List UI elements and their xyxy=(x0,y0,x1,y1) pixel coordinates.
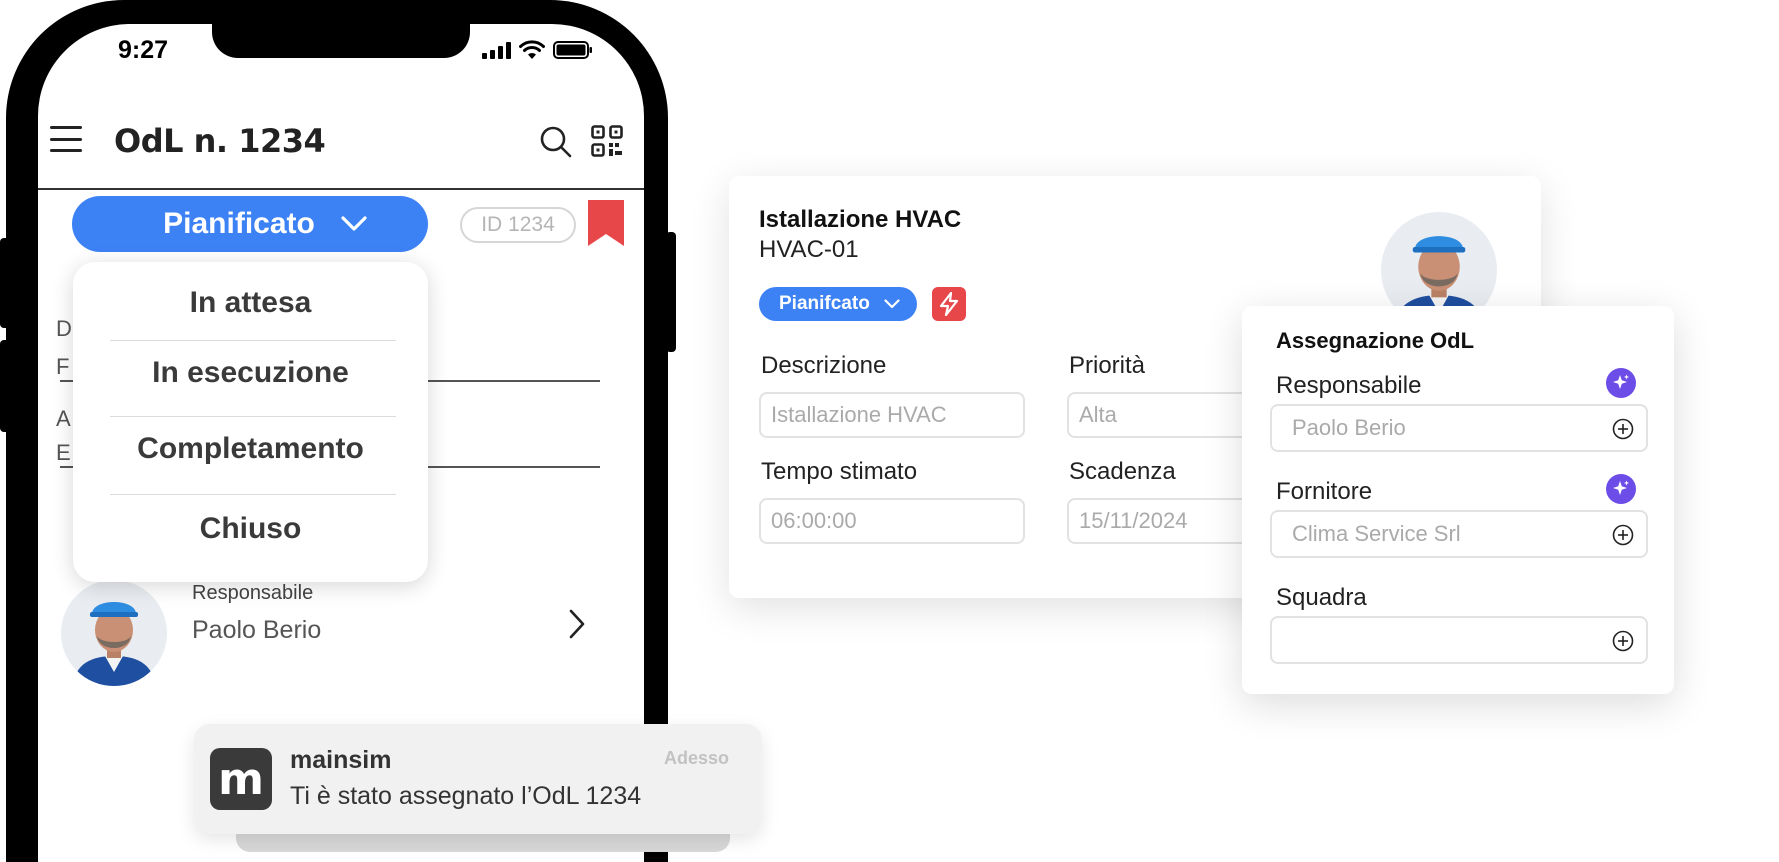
signal-icon xyxy=(482,41,511,59)
work-order-title: Istallazione HVAC xyxy=(759,206,962,233)
responsabile-value: Paolo Berio xyxy=(1292,415,1406,440)
chevron-right-icon[interactable] xyxy=(568,608,586,640)
plus-circle-icon[interactable] xyxy=(1612,630,1634,652)
plus-circle-icon[interactable] xyxy=(1612,418,1634,440)
push-notification[interactable]: m mainsim Adesso Ti è stato assegnato l’… xyxy=(194,724,762,834)
responsabile-name: Paolo Berio xyxy=(192,616,322,644)
status-dropdown-button[interactable]: Pianificato xyxy=(72,196,428,252)
notification-time: Adesso xyxy=(664,748,730,768)
fornitore-value: Clima Service Srl xyxy=(1292,521,1461,546)
squadra-label: Squadra xyxy=(1276,584,1367,611)
lightning-icon xyxy=(939,292,959,316)
status-dropdown-label: Pianificato xyxy=(163,207,315,240)
qr-code-icon[interactable] xyxy=(591,125,623,157)
dropdown-option-in-esecuzione[interactable]: In esecuzione xyxy=(73,356,428,390)
responsabile-label: Responsabile xyxy=(192,582,314,604)
chevron-down-icon xyxy=(884,299,900,309)
battery-icon xyxy=(553,41,592,59)
mainsim-logo: m xyxy=(210,748,272,810)
id-badge: ID 1234 xyxy=(460,207,576,243)
descrizione-label: Descrizione xyxy=(761,352,887,379)
assignment-title: Assegnazione OdL xyxy=(1276,328,1475,353)
fornitore-label: Fornitore xyxy=(1276,478,1373,505)
status-dropdown-button[interactable]: Pianifcato xyxy=(759,287,917,321)
responsabile-input[interactable]: Paolo Berio xyxy=(1270,404,1648,452)
hamburger-icon[interactable] xyxy=(50,126,82,152)
priorita-input[interactable]: Alta xyxy=(1067,392,1267,438)
sparkle-icon[interactable] xyxy=(1606,474,1636,504)
field-label-peek: A xyxy=(56,406,71,431)
dropdown-option-completamento[interactable]: Completamento xyxy=(73,432,428,466)
status-icons xyxy=(482,40,593,60)
search-icon[interactable] xyxy=(540,126,572,158)
notification-app-name: mainsim xyxy=(290,746,392,774)
scadenza-input[interactable]: 15/11/2024 xyxy=(1067,498,1267,544)
field-value-peek: E xyxy=(56,440,71,465)
wifi-icon xyxy=(519,40,545,59)
phone-power-button xyxy=(666,232,676,352)
tempo-stimato-label: Tempo stimato xyxy=(761,458,918,485)
descrizione-input[interactable]: Istallazione HVAC xyxy=(759,392,1025,438)
bookmark-icon[interactable] xyxy=(588,200,624,246)
dropdown-separator xyxy=(110,416,396,417)
squadra-input[interactable] xyxy=(1270,616,1648,664)
phone-notch xyxy=(212,24,470,58)
assignment-card: Assegnazione OdL Responsabile Paolo Beri… xyxy=(1242,306,1674,694)
priorita-label: Priorità xyxy=(1069,352,1146,379)
sparkle-icon[interactable] xyxy=(1606,368,1636,398)
priority-badge[interactable] xyxy=(932,287,966,321)
fornitore-input[interactable]: Clima Service Srl xyxy=(1270,510,1648,558)
plus-circle-icon[interactable] xyxy=(1612,524,1634,546)
field-value-peek: F xyxy=(56,354,70,379)
dropdown-separator xyxy=(110,340,396,341)
status-time: 9:27 xyxy=(118,36,169,64)
status-dropdown-menu: In attesa In esecuzione Completamento Ch… xyxy=(73,262,428,582)
work-order-code: HVAC-01 xyxy=(759,236,859,263)
responsabile-label: Responsabile xyxy=(1276,372,1422,399)
dropdown-option-in-attesa[interactable]: In attesa xyxy=(73,286,428,320)
scadenza-label: Scadenza xyxy=(1069,458,1176,485)
chevron-down-icon xyxy=(341,216,367,231)
tempo-stimato-input[interactable]: 06:00:00 xyxy=(759,498,1025,544)
dropdown-option-chiuso[interactable]: Chiuso xyxy=(73,512,428,546)
avatar xyxy=(61,580,167,686)
dropdown-separator xyxy=(110,494,396,495)
notification-message: Ti è stato assegnato l’OdL 1234 xyxy=(290,782,642,810)
field-label-peek: D xyxy=(56,316,72,341)
status-label: Pianifcato xyxy=(779,293,870,314)
page-title: OdL n. 1234 xyxy=(114,122,326,160)
app-header: OdL n. 1234 xyxy=(38,94,644,190)
